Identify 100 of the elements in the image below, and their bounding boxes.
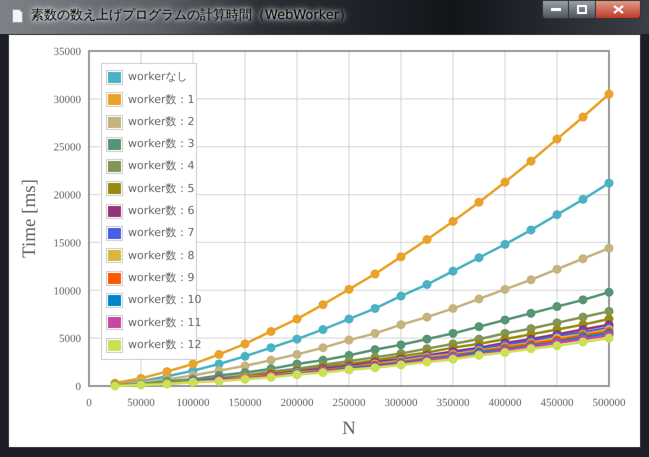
y-tick-label: 25000 <box>54 142 81 154</box>
point <box>422 334 432 344</box>
point <box>344 314 354 324</box>
legend-label: worker数：3 <box>128 136 195 152</box>
legend-label: worker数：10 <box>128 292 202 308</box>
point <box>552 264 562 274</box>
legend-label: worker数：8 <box>128 248 195 264</box>
document-icon <box>12 8 23 23</box>
y-tick-label: 30000 <box>54 94 81 106</box>
y-tick-label: 5000 <box>59 333 81 346</box>
minimize-icon <box>550 8 560 12</box>
y-tick-label: 35000 <box>54 46 81 58</box>
legend-label: worker数：11 <box>128 314 202 331</box>
point <box>396 320 406 330</box>
point <box>162 367 172 376</box>
point <box>500 315 510 324</box>
point <box>240 352 250 361</box>
point <box>370 270 380 279</box>
x-tick-label: 350000 <box>436 397 470 409</box>
maximize-icon <box>577 5 587 14</box>
point <box>604 288 614 297</box>
x-tick-label: 100000 <box>176 397 210 409</box>
x-tick-label: 300000 <box>384 397 418 409</box>
point <box>370 304 380 313</box>
point <box>292 314 302 324</box>
legend-label: worker数：4 <box>128 158 195 174</box>
point <box>318 343 328 352</box>
legend-label: worker数：7 <box>128 225 195 242</box>
point <box>448 328 458 338</box>
point <box>500 178 510 187</box>
point <box>578 295 588 304</box>
x-tick-label: 400000 <box>488 397 522 409</box>
point <box>552 210 562 220</box>
point <box>552 134 562 144</box>
point <box>578 254 588 264</box>
close-icon <box>612 5 624 14</box>
close-button[interactable] <box>595 0 641 19</box>
point <box>474 322 484 332</box>
y-tick-label: 10000 <box>54 285 81 298</box>
x-tick-label: 450000 <box>540 397 574 409</box>
y-axis-label: Time [ms] <box>19 179 40 258</box>
point <box>370 345 380 354</box>
point <box>396 252 406 262</box>
point <box>292 350 302 359</box>
point <box>500 284 510 294</box>
point <box>474 198 484 207</box>
point <box>318 300 328 310</box>
point <box>266 356 276 365</box>
point <box>578 312 588 322</box>
legend-label: worker数：1 <box>128 92 195 108</box>
point <box>526 275 536 284</box>
minimize-button[interactable] <box>542 0 569 19</box>
x-tick-label: 0 <box>86 397 92 409</box>
legend-label: workerなし <box>128 69 188 86</box>
point <box>266 343 276 352</box>
point <box>214 350 224 359</box>
point <box>604 90 614 99</box>
point <box>526 156 536 166</box>
point <box>448 266 458 276</box>
point <box>500 240 510 249</box>
point <box>448 304 458 313</box>
point <box>448 216 458 226</box>
legend-label: worker数：2 <box>128 114 195 130</box>
x-tick-label: 50000 <box>127 397 155 409</box>
maximize-button[interactable] <box>569 0 595 19</box>
point <box>474 253 484 262</box>
point <box>266 326 276 336</box>
point <box>552 341 562 350</box>
point <box>578 337 588 346</box>
point <box>604 306 614 316</box>
point <box>604 334 614 343</box>
point <box>318 325 328 334</box>
legend-label: worker数：12 <box>128 336 202 353</box>
point <box>552 302 562 312</box>
point <box>344 336 354 345</box>
point <box>422 312 432 322</box>
point <box>370 328 380 338</box>
point <box>526 308 536 318</box>
legend-label: worker数：6 <box>128 203 195 220</box>
point <box>422 280 432 290</box>
x-tick-label: 200000 <box>280 397 314 409</box>
y-tick-label: 0 <box>76 381 81 393</box>
legend-label: worker数：9 <box>128 270 195 286</box>
x-axis-label: N <box>342 418 356 439</box>
point <box>422 235 432 244</box>
point <box>188 359 198 368</box>
point <box>240 339 250 348</box>
x-tick-label: 150000 <box>228 397 262 409</box>
point <box>578 194 588 204</box>
legend-label: worker数：5 <box>128 180 195 197</box>
point <box>578 112 588 122</box>
point <box>526 225 536 234</box>
point <box>292 334 302 344</box>
window-title: 素数の数え上げプログラムの計算時間（WebWorker） <box>31 7 352 25</box>
point <box>604 244 614 253</box>
x-tick-label: 500000 <box>592 397 626 409</box>
point <box>604 178 614 188</box>
point <box>344 284 354 294</box>
y-tick-label: 15000 <box>54 237 81 250</box>
point <box>396 340 406 350</box>
